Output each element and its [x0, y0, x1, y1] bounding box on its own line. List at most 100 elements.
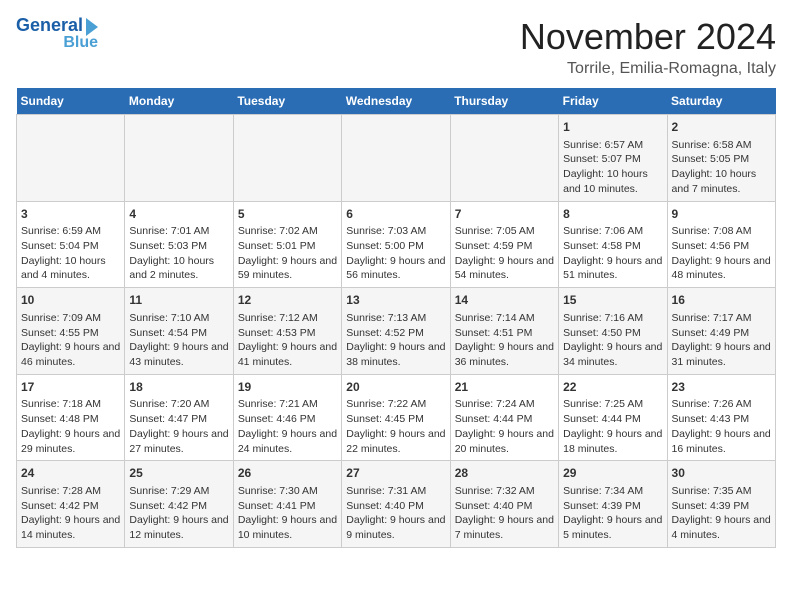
day-info: Daylight: 9 hours and 46 minutes.	[21, 340, 120, 369]
calendar-cell	[125, 115, 233, 202]
month-title: November 2024	[520, 16, 776, 58]
day-number: 14	[455, 292, 554, 309]
calendar-cell: 2Sunrise: 6:58 AMSunset: 5:05 PMDaylight…	[667, 115, 775, 202]
day-number: 8	[563, 206, 662, 223]
day-number: 6	[346, 206, 445, 223]
day-number: 21	[455, 379, 554, 396]
day-number: 13	[346, 292, 445, 309]
day-info: Sunrise: 7:12 AM	[238, 311, 337, 326]
day-info: Sunset: 4:55 PM	[21, 326, 120, 341]
calendar-cell: 28Sunrise: 7:32 AMSunset: 4:40 PMDayligh…	[450, 461, 558, 548]
day-number: 10	[21, 292, 120, 309]
day-number: 29	[563, 465, 662, 482]
day-header-tuesday: Tuesday	[233, 88, 341, 115]
day-info: Sunrise: 7:21 AM	[238, 397, 337, 412]
day-info: Sunrise: 6:59 AM	[21, 224, 120, 239]
day-info: Sunset: 4:47 PM	[129, 412, 228, 427]
calendar-week-row: 3Sunrise: 6:59 AMSunset: 5:04 PMDaylight…	[17, 201, 776, 288]
calendar-cell: 3Sunrise: 6:59 AMSunset: 5:04 PMDaylight…	[17, 201, 125, 288]
day-info: Daylight: 9 hours and 10 minutes.	[238, 513, 337, 542]
day-number: 15	[563, 292, 662, 309]
calendar-cell: 17Sunrise: 7:18 AMSunset: 4:48 PMDayligh…	[17, 374, 125, 461]
day-info: Sunrise: 7:29 AM	[129, 484, 228, 499]
day-info: Sunrise: 7:06 AM	[563, 224, 662, 239]
day-info: Sunset: 4:48 PM	[21, 412, 120, 427]
day-info: Sunset: 4:53 PM	[238, 326, 337, 341]
calendar-cell: 20Sunrise: 7:22 AMSunset: 4:45 PMDayligh…	[342, 374, 450, 461]
day-info: Daylight: 9 hours and 4 minutes.	[672, 513, 771, 542]
day-info: Sunset: 4:58 PM	[563, 239, 662, 254]
calendar-cell	[17, 115, 125, 202]
day-info: Sunrise: 7:20 AM	[129, 397, 228, 412]
logo-text: General	[16, 16, 83, 36]
day-info: Sunrise: 7:28 AM	[21, 484, 120, 499]
day-info: Sunset: 5:05 PM	[672, 152, 771, 167]
day-info: Sunset: 5:01 PM	[238, 239, 337, 254]
calendar-cell: 11Sunrise: 7:10 AMSunset: 4:54 PMDayligh…	[125, 288, 233, 375]
calendar-table: SundayMondayTuesdayWednesdayThursdayFrid…	[16, 88, 776, 548]
day-info: Sunrise: 7:13 AM	[346, 311, 445, 326]
day-number: 17	[21, 379, 120, 396]
calendar-week-row: 1 Sunrise: 6:57 AMSunset: 5:07 PMDaylight…	[17, 115, 776, 202]
day-info: Daylight: 9 hours and 56 minutes.	[346, 254, 445, 283]
calendar-cell: 1 Sunrise: 6:57 AMSunset: 5:07 PMDaylight…	[559, 115, 667, 202]
day-info: Daylight: 9 hours and 38 minutes.	[346, 340, 445, 369]
day-info: Sunset: 4:39 PM	[672, 499, 771, 514]
day-info: Sunrise: 7:30 AM	[238, 484, 337, 499]
day-info: Sunset: 4:52 PM	[346, 326, 445, 341]
day-number: 24	[21, 465, 120, 482]
day-info: Sunset: 4:56 PM	[672, 239, 771, 254]
calendar-week-row: 24Sunrise: 7:28 AMSunset: 4:42 PMDayligh…	[17, 461, 776, 548]
day-info: Sunset: 5:07 PM	[563, 152, 662, 167]
day-info: Sunrise: 7:05 AM	[455, 224, 554, 239]
day-header-thursday: Thursday	[450, 88, 558, 115]
day-info: Daylight: 9 hours and 22 minutes.	[346, 427, 445, 456]
day-info: Daylight: 9 hours and 34 minutes.	[563, 340, 662, 369]
day-info: Daylight: 10 hours and 10 minutes.	[563, 167, 662, 196]
calendar-cell: 18Sunrise: 7:20 AMSunset: 4:47 PMDayligh…	[125, 374, 233, 461]
calendar-cell: 12Sunrise: 7:12 AMSunset: 4:53 PMDayligh…	[233, 288, 341, 375]
day-info: Sunset: 4:43 PM	[672, 412, 771, 427]
day-info: Sunset: 4:40 PM	[346, 499, 445, 514]
day-info: Sunrise: 7:26 AM	[672, 397, 771, 412]
day-info: Daylight: 9 hours and 14 minutes.	[21, 513, 120, 542]
day-info: Sunset: 4:44 PM	[563, 412, 662, 427]
day-info: Sunrise: 6:58 AM	[672, 138, 771, 153]
calendar-cell: 13 Sunrise: 7:13 AMSunset: 4:52 PMDayligh…	[342, 288, 450, 375]
day-number: 1	[563, 119, 662, 136]
day-info: Daylight: 9 hours and 29 minutes.	[21, 427, 120, 456]
day-info: Daylight: 9 hours and 51 minutes.	[563, 254, 662, 283]
calendar-cell	[342, 115, 450, 202]
calendar-cell: 24 Sunrise: 7:28 AMSunset: 4:42 PMDayligh…	[17, 461, 125, 548]
calendar-cell: 7Sunrise: 7:05 AMSunset: 4:59 PMDaylight…	[450, 201, 558, 288]
calendar-header-row: SundayMondayTuesdayWednesdayThursdayFrid…	[17, 88, 776, 115]
day-info: Sunset: 4:42 PM	[21, 499, 120, 514]
logo-subtext: Blue	[63, 34, 98, 52]
calendar-week-row: 17Sunrise: 7:18 AMSunset: 4:48 PMDayligh…	[17, 374, 776, 461]
day-info: Daylight: 9 hours and 43 minutes.	[129, 340, 228, 369]
day-info: Daylight: 9 hours and 24 minutes.	[238, 427, 337, 456]
calendar-cell: 19Sunrise: 7:21 AMSunset: 4:46 PMDayligh…	[233, 374, 341, 461]
day-info: Daylight: 9 hours and 41 minutes.	[238, 340, 337, 369]
calendar-cell	[450, 115, 558, 202]
day-info: Daylight: 9 hours and 5 minutes.	[563, 513, 662, 542]
day-info: Sunrise: 7:31 AM	[346, 484, 445, 499]
day-info: Sunrise: 7:10 AM	[129, 311, 228, 326]
day-info: Sunrise: 7:24 AM	[455, 397, 554, 412]
day-info: Daylight: 10 hours and 4 minutes.	[21, 254, 120, 283]
day-number: 20	[346, 379, 445, 396]
location-subtitle: Torrile, Emilia-Romagna, Italy	[520, 60, 776, 78]
day-info: Sunset: 5:00 PM	[346, 239, 445, 254]
day-number: 26	[238, 465, 337, 482]
day-info: Daylight: 9 hours and 9 minutes.	[346, 513, 445, 542]
day-info: Sunrise: 6:57 AM	[563, 138, 662, 153]
day-info: Sunset: 4:40 PM	[455, 499, 554, 514]
calendar-cell: 21Sunrise: 7:24 AMSunset: 4:44 PMDayligh…	[450, 374, 558, 461]
calendar-cell: 10Sunrise: 7:09 AMSunset: 4:55 PMDayligh…	[17, 288, 125, 375]
day-info: Sunrise: 7:03 AM	[346, 224, 445, 239]
day-number: 16	[672, 292, 771, 309]
day-number: 30	[672, 465, 771, 482]
day-info: Sunset: 4:44 PM	[455, 412, 554, 427]
day-info: Sunset: 4:54 PM	[129, 326, 228, 341]
day-info: Sunrise: 7:35 AM	[672, 484, 771, 499]
